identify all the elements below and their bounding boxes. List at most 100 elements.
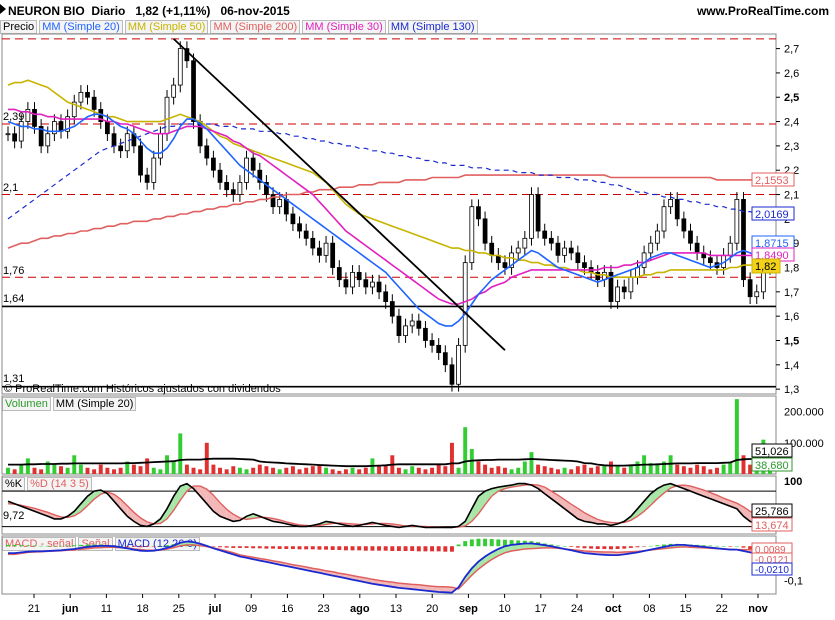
volume-bar <box>708 469 713 474</box>
volume-bar <box>549 467 554 474</box>
x-tick-label: 15 <box>679 603 691 615</box>
volume-bar <box>681 466 686 474</box>
candle-up <box>350 271 355 288</box>
volume-bar <box>675 464 680 474</box>
macd-hist-bar <box>231 546 236 548</box>
candle-up <box>648 242 654 254</box>
macd-hist-bar <box>582 546 587 549</box>
candle-down <box>85 91 90 98</box>
macd-hist-bar <box>158 545 163 547</box>
volume-bar <box>72 455 77 474</box>
volume-bar <box>244 469 249 474</box>
volume-bar <box>271 467 276 474</box>
macd-tick-label: -0,1 <box>784 575 803 587</box>
macd-hist-bar <box>430 546 435 552</box>
macd-hist-bar <box>65 545 70 547</box>
volume-bar <box>237 467 242 474</box>
candle-up <box>628 276 634 293</box>
volume-bar <box>403 469 408 474</box>
stoch-tag-d: 13,674 <box>755 520 789 532</box>
candle-down <box>297 223 302 232</box>
macd-hist-bar <box>138 546 143 548</box>
macd-hist-bar <box>436 546 441 552</box>
volume-bar <box>151 467 156 474</box>
volume-bar <box>284 467 289 474</box>
volume-bar <box>562 467 567 474</box>
volume-bar <box>112 469 116 474</box>
volume-bar <box>695 464 700 474</box>
macd-hist-bar <box>443 546 448 552</box>
volume-bar <box>297 469 302 474</box>
x-tick-label: 10 <box>498 603 510 615</box>
macd-hist-bar <box>277 546 282 549</box>
volume-bar <box>350 467 355 474</box>
volume-bar <box>536 464 541 474</box>
candle-down <box>674 199 680 220</box>
macd-hist-bar <box>589 546 594 549</box>
candle-down <box>389 301 395 317</box>
macd-hist-bar <box>310 546 315 550</box>
x-tick-label: 20 <box>426 603 438 615</box>
macd-hist-bar <box>145 546 150 547</box>
price-tick-label: 1,3 <box>784 384 799 396</box>
macd-hist-bar <box>370 546 375 551</box>
volume-bar <box>509 469 514 474</box>
x-tick-label: 17 <box>535 603 547 615</box>
volume-bar <box>622 467 627 474</box>
volume-bar <box>92 469 97 474</box>
volume-bar <box>264 466 269 474</box>
level-label-3: 1,76 <box>3 265 24 277</box>
candle-down <box>336 267 342 281</box>
price-tick-label: 2,6 <box>784 68 799 80</box>
candle-down <box>32 109 37 127</box>
candle-up <box>462 262 468 346</box>
volume-bar <box>516 467 521 474</box>
x-tick-label: 21 <box>28 603 40 615</box>
volume-bar <box>443 466 448 474</box>
volume-bar <box>655 464 660 474</box>
copyright-note: © ProRealTime.com Históricos ajustados c… <box>4 383 281 395</box>
candle-down <box>502 262 508 268</box>
candle-up <box>641 252 647 268</box>
volume-bar <box>502 467 507 474</box>
price-tick-label: 2,3 <box>784 141 799 153</box>
candle-down <box>91 96 97 110</box>
candle-up <box>237 181 243 195</box>
price-tag-last: 1,82 <box>755 261 776 273</box>
volume-tag-mm: 51,026 <box>755 446 789 458</box>
x-tick-label: oct <box>605 603 622 615</box>
x-tick-label: ago <box>350 603 370 615</box>
volume-bar <box>589 467 594 474</box>
candle-down <box>204 145 210 159</box>
price-tag-mm130: 2,0169 <box>755 209 789 221</box>
candle-down <box>688 230 693 244</box>
candle-down <box>476 206 481 220</box>
volume-bar <box>158 469 163 474</box>
price-tick-label: 2,1 <box>784 190 799 202</box>
volume-bar <box>52 464 57 474</box>
volume-bar <box>98 464 103 474</box>
macd-hist-bar <box>251 546 256 549</box>
candle-down <box>575 252 581 264</box>
candle-up <box>469 206 475 264</box>
volume-bar <box>542 466 547 474</box>
mm130-line <box>7 123 770 220</box>
macd-signal-line <box>8 544 771 590</box>
candle-up <box>515 247 521 254</box>
volume-bar <box>615 466 620 474</box>
candle-down <box>290 213 296 225</box>
candle-up <box>529 194 534 239</box>
candle-up <box>323 242 329 256</box>
macd-hist-bar <box>297 546 302 550</box>
x-tick-label: 11 <box>101 603 112 615</box>
candle-down <box>416 320 422 329</box>
x-tick-label: jun <box>61 603 79 615</box>
x-tick-label: 18 <box>136 603 148 615</box>
macd-hist-bar <box>449 546 454 552</box>
macd-hist-bar <box>19 545 24 547</box>
candle-down <box>343 279 349 288</box>
candle-up <box>668 199 673 208</box>
macd-hist-bar <box>476 538 481 547</box>
volume-bar <box>416 467 421 474</box>
chart-svg[interactable]: 2,72,62,52,42,32,22,121,91,81,71,61,51,4… <box>0 0 835 620</box>
